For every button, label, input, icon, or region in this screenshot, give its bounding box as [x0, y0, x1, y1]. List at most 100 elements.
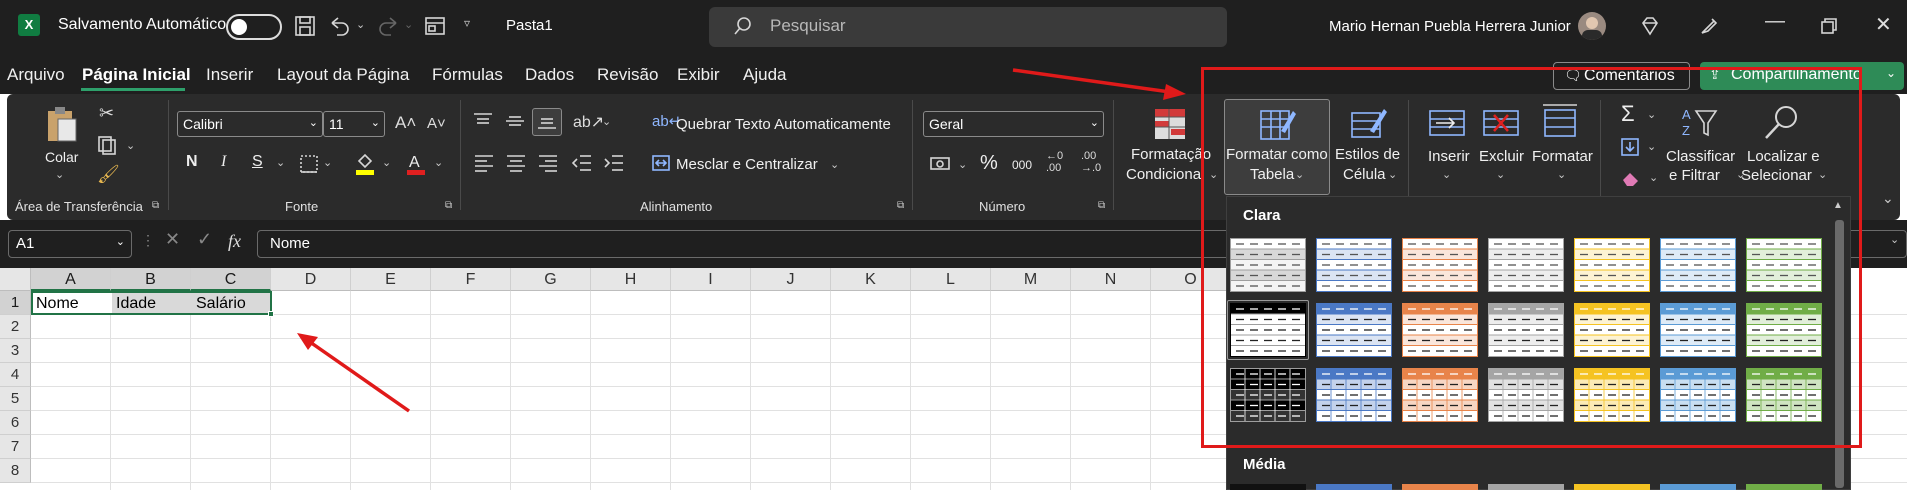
column-header-n[interactable]: N	[1071, 268, 1151, 291]
align-bottom-button[interactable]	[532, 108, 562, 136]
font-launcher-icon[interactable]: ⧉	[445, 200, 452, 211]
number-format-select[interactable]: Geral ⌄	[923, 111, 1104, 137]
user-avatar[interactable]	[1578, 12, 1606, 40]
row-header-2[interactable]: 2	[0, 315, 31, 339]
bold-button[interactable]: N	[186, 153, 198, 171]
increase-font-icon[interactable]: A˄	[395, 113, 416, 133]
tab-arquivo[interactable]: Arquivo	[7, 65, 65, 85]
select-all-corner[interactable]	[0, 268, 31, 291]
row-header-3[interactable]: 3	[0, 339, 31, 363]
copy-dropdown-icon[interactable]: ⌄	[126, 139, 135, 152]
column-header-h[interactable]: H	[591, 268, 671, 291]
tab-formulas[interactable]: Fórmulas	[432, 65, 503, 85]
copy-icon[interactable]	[96, 134, 118, 156]
tab-layout[interactable]: Layout da Página	[277, 65, 409, 85]
table-style-medium-5[interactable]	[1574, 484, 1650, 490]
autosave-toggle[interactable]	[226, 14, 282, 40]
merge-center-icon[interactable]	[651, 154, 671, 172]
cut-icon[interactable]: ✂	[99, 103, 114, 124]
column-header-j[interactable]: J	[751, 268, 831, 291]
align-middle-icon[interactable]	[504, 111, 526, 131]
table-style-medium-4[interactable]	[1488, 484, 1564, 490]
wrap-text-button[interactable]: Quebrar Texto Automaticamente	[676, 116, 891, 133]
close-icon[interactable]: ✕	[1875, 12, 1892, 37]
decrease-font-icon[interactable]: A˅	[427, 115, 446, 132]
redo-icon[interactable]	[376, 15, 400, 37]
currency-icon[interactable]	[929, 154, 953, 174]
undo-icon[interactable]	[328, 15, 352, 37]
column-header-f[interactable]: F	[431, 268, 511, 291]
paste-dropdown-icon[interactable]: ⌄	[55, 168, 64, 181]
table-style-medium-7[interactable]	[1746, 484, 1822, 490]
underline-dropdown-icon[interactable]: ⌄	[276, 156, 285, 169]
decrease-indent-icon[interactable]	[571, 153, 593, 173]
conditional-format-label-1[interactable]: Formatação	[1131, 146, 1211, 163]
collapse-ribbon-icon[interactable]: ⌄	[1882, 190, 1894, 207]
column-header-k[interactable]: K	[831, 268, 911, 291]
thousands-separator-button[interactable]: 000	[1012, 158, 1032, 172]
cell-b1[interactable]: Idade	[113, 292, 156, 316]
row-header-4[interactable]: 4	[0, 363, 31, 387]
redo-dropdown-icon[interactable]: ⌄	[404, 18, 413, 31]
font-name-select[interactable]: Calibri ⌄	[177, 111, 323, 137]
format-painter-icon[interactable]: 🖌	[97, 164, 120, 185]
borders-dropdown-icon[interactable]: ⌄	[323, 156, 332, 169]
row-header-5[interactable]: 5	[0, 387, 31, 411]
fill-handle[interactable]	[268, 311, 274, 317]
confirm-entry-icon[interactable]: ✓	[197, 229, 212, 250]
cell-c1[interactable]: Salário	[193, 292, 246, 316]
minimize-icon[interactable]: —	[1765, 10, 1785, 33]
conditional-format-label-2[interactable]: Condicional	[1126, 166, 1204, 183]
tab-dados[interactable]: Dados	[525, 65, 574, 85]
alignment-launcher-icon[interactable]: ⧉	[897, 200, 904, 211]
clipboard-launcher-icon[interactable]: ⧉	[152, 200, 159, 211]
diamond-icon[interactable]	[1638, 14, 1662, 38]
row-header-7[interactable]: 7	[0, 435, 31, 459]
table-style-medium-2[interactable]	[1316, 484, 1392, 490]
table-style-medium-3[interactable]	[1402, 484, 1478, 490]
column-header-m[interactable]: M	[991, 268, 1071, 291]
row-header-6[interactable]: 6	[0, 411, 31, 435]
table-style-medium-1[interactable]	[1230, 484, 1306, 490]
column-header-g[interactable]: G	[511, 268, 591, 291]
insert-function-icon[interactable]: fx	[228, 231, 241, 252]
column-header-i[interactable]: I	[671, 268, 751, 291]
conditional-format-icon[interactable]	[1153, 107, 1189, 143]
column-header-d[interactable]: D	[271, 268, 351, 291]
decrease-decimal-icon[interactable]: .00 →.0	[1081, 150, 1101, 174]
align-top-icon[interactable]	[472, 111, 494, 131]
expand-formula-icon[interactable]: ⌄	[1890, 233, 1899, 246]
align-center-icon[interactable]	[505, 153, 527, 173]
row-header-1[interactable]: 1	[0, 291, 31, 315]
tab-revisao[interactable]: Revisão	[597, 65, 658, 85]
align-left-icon[interactable]	[473, 153, 495, 173]
merge-dropdown-icon[interactable]: ⌄	[830, 158, 839, 171]
increase-indent-icon[interactable]	[603, 153, 625, 173]
orientation-dropdown-icon[interactable]: ⌄	[602, 115, 611, 128]
cell-a1[interactable]: Nome	[33, 292, 79, 316]
table-style-medium-6[interactable]	[1660, 484, 1736, 490]
save-icon[interactable]	[294, 15, 316, 37]
font-color-dropdown-icon[interactable]: ⌄	[434, 156, 443, 169]
fill-color-icon[interactable]	[353, 151, 377, 177]
column-header-b[interactable]: B	[111, 268, 191, 291]
fill-dropdown-icon[interactable]: ⌄	[382, 156, 391, 169]
increase-decimal-icon[interactable]: ←0.00	[1046, 150, 1063, 174]
tab-pagina-inicial[interactable]: Página Inicial	[82, 65, 191, 85]
merge-center-button[interactable]: Mesclar e Centralizar	[676, 156, 818, 173]
font-color-icon[interactable]: A	[404, 151, 428, 177]
underline-button[interactable]: S	[252, 153, 263, 171]
user-name[interactable]: Mario Hernan Puebla Herrera Junior	[1329, 18, 1571, 35]
italic-button[interactable]: I	[221, 153, 226, 171]
undo-dropdown-icon[interactable]: ⌄	[356, 18, 365, 31]
number-launcher-icon[interactable]: ⧉	[1098, 200, 1105, 211]
tab-exibir[interactable]: Exibir	[677, 65, 720, 85]
pen-icon[interactable]	[1697, 14, 1721, 38]
column-header-a[interactable]: A	[31, 268, 111, 291]
borders-icon[interactable]	[298, 153, 320, 175]
orientation-icon[interactable]: ab↗	[573, 112, 604, 132]
search-placeholder[interactable]: Pesquisar	[770, 16, 846, 36]
row-header-8[interactable]: 8	[0, 459, 31, 483]
tab-ajuda[interactable]: Ajuda	[743, 65, 786, 85]
cancel-entry-icon[interactable]: ✕	[165, 229, 180, 250]
